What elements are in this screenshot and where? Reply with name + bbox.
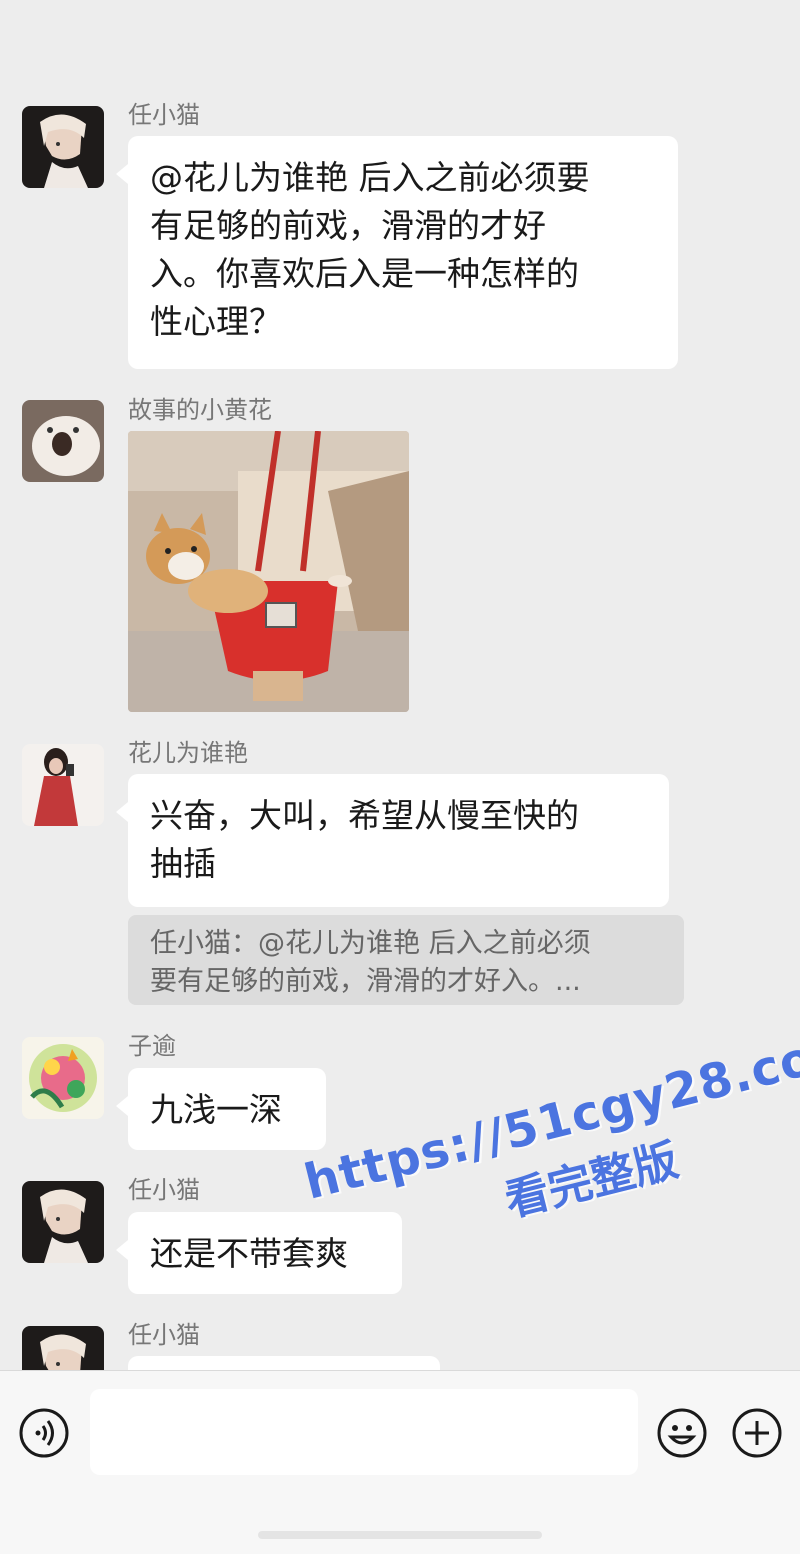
- sender-name: 子逾: [128, 1032, 176, 1060]
- voice-icon[interactable]: [18, 1407, 70, 1459]
- input-bar: [0, 1370, 800, 1554]
- watermark-text: 看完整版: [500, 1134, 684, 1227]
- sender-name: 任小猫: [128, 1321, 200, 1349]
- message-text-line: 九浅一深: [150, 1090, 282, 1129]
- message-text-line: 有足够的前戏，滑滑的才好: [150, 206, 546, 245]
- plus-icon[interactable]: [731, 1407, 783, 1459]
- quote-text-line: 任小猫：@花儿为谁艳 后入之前必须: [150, 928, 591, 959]
- avatar[interactable]: [22, 744, 104, 826]
- avatar[interactable]: [22, 400, 104, 482]
- emoji-icon[interactable]: [656, 1407, 708, 1459]
- message-text-line: 抽插: [150, 844, 216, 883]
- avatar[interactable]: [22, 1181, 104, 1263]
- message-text-line: @花儿为谁艳 后入之前必须要: [150, 158, 590, 197]
- quote-text-line: 要有足够的前戏，滑滑的才好入。...: [150, 966, 581, 997]
- message-bubble[interactable]: @花儿为谁艳 后入之前必须要 有足够的前戏，滑滑的才好 入。你喜欢后入是一种怎样…: [116, 136, 678, 369]
- shiba-dog-in-red-swing-photo[interactable]: [128, 431, 409, 712]
- message-bubble[interactable]: 兴奋，大叫，希望从慢至快的 抽插: [116, 774, 669, 907]
- chat-area[interactable]: 任小猫 @花儿为谁艳 后入之前必须要 有足够的前戏，滑滑的才好 入。你喜欢后入是…: [0, 0, 800, 1370]
- sender-name: 任小猫: [128, 101, 200, 129]
- message-bubble[interactable]: 九浅一深: [116, 1068, 326, 1150]
- avatar[interactable]: [22, 106, 104, 188]
- quoted-message[interactable]: 任小猫：@花儿为谁艳 后入之前必须 要有足够的前戏，滑滑的才好入。...: [128, 915, 684, 1005]
- watermark-url: https://51cgy28.com: [299, 1017, 800, 1211]
- message-text-line: 性心理？: [150, 302, 282, 341]
- message-input[interactable]: [90, 1389, 638, 1475]
- avatar[interactable]: [22, 1326, 104, 1370]
- message-text-line: 兴奋，大叫，希望从慢至快的: [150, 796, 579, 835]
- message-bubble[interactable]: 还是不带套爽: [116, 1212, 402, 1294]
- sender-name: 故事的小黄花: [128, 396, 272, 424]
- message-bubble[interactable]: [128, 1356, 440, 1370]
- sender-name: 花儿为谁艳: [128, 739, 248, 767]
- message-text-line: 入。你喜欢后入是一种怎样的: [150, 254, 579, 293]
- home-indicator[interactable]: [258, 1531, 542, 1539]
- message-text-line: 还是不带套爽: [150, 1234, 348, 1273]
- avatar[interactable]: [22, 1037, 104, 1119]
- sender-name: 任小猫: [128, 1176, 200, 1204]
